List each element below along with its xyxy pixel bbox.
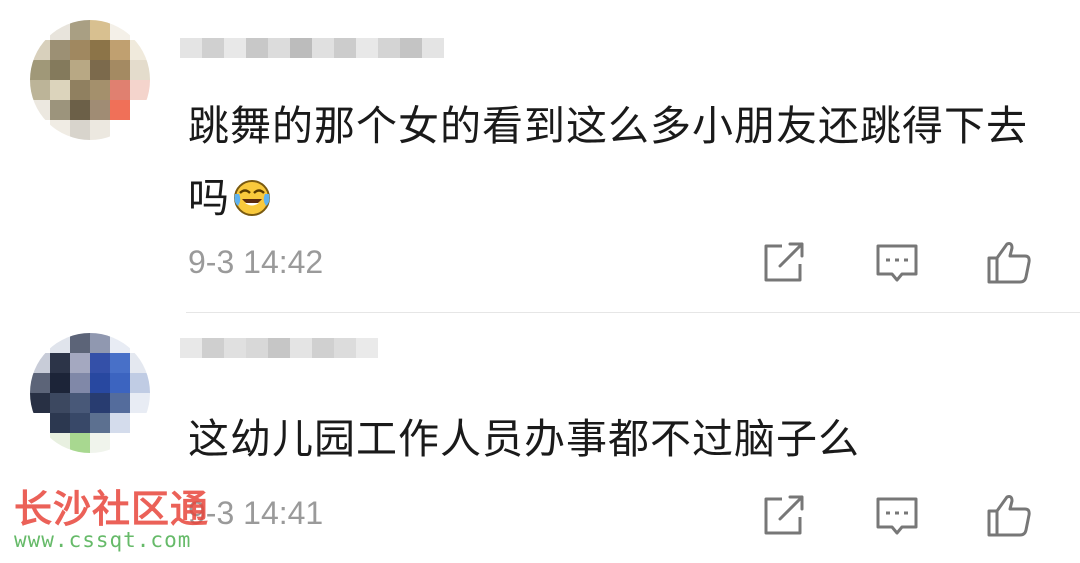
comment-text: 跳舞的那个女的看到这么多小朋友还跳得下去吗 [188,102,1028,222]
thumbs-up-icon[interactable] [985,238,1033,286]
comment-time: 9-3 14:42 [188,244,324,280]
avatar[interactable] [30,333,150,453]
username-blurred[interactable] [180,38,444,82]
comment-icon[interactable] [873,238,921,286]
site-watermark: 长沙社区通 www.cssqt.com [14,488,209,552]
share-icon[interactable] [760,491,808,539]
watermark-title: 长沙社区通 [14,487,210,531]
avatar[interactable] [30,20,150,140]
thumbs-up-icon[interactable] [985,491,1033,539]
comment-icon[interactable] [873,491,921,539]
comment-item: 跳舞的那个女的看到这么多小朋友还跳得下去吗 9-3 14:42 [0,0,1080,312]
username-blurred[interactable] [180,338,378,382]
watermark-url: www.cssqt.com [14,528,192,552]
share-icon[interactable] [760,238,808,286]
comment-text: 这幼儿园工作人员办事都不过脑子么 [188,415,860,463]
face-with-tears-of-joy-emoji [234,180,270,216]
